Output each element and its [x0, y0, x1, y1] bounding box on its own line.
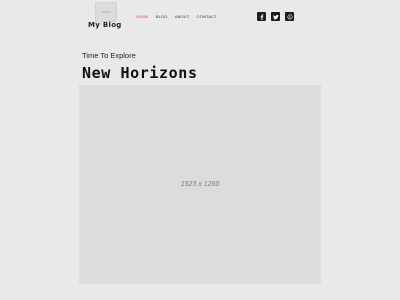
hero-image-placeholder-text: 1523 x 1260	[180, 181, 220, 188]
page: 50x50 My Blog HOME BLOG ABOUT CONTACT Ti…	[0, 0, 400, 300]
twitter-icon[interactable]	[271, 12, 280, 21]
logo-placeholder-text: 50x50	[101, 10, 111, 14]
nav-blog[interactable]: BLOG	[156, 14, 168, 19]
site-title[interactable]: My Blog	[88, 21, 122, 29]
logo[interactable]: 50x50	[95, 2, 117, 22]
hero-image: 1523 x 1260	[79, 85, 321, 284]
nav-about[interactable]: ABOUT	[175, 14, 190, 19]
nav-contact[interactable]: CONTACT	[197, 14, 217, 19]
main-nav: HOME BLOG ABOUT CONTACT	[136, 14, 217, 19]
nav-home[interactable]: HOME	[136, 14, 149, 19]
facebook-icon[interactable]	[257, 12, 266, 21]
whatsapp-icon[interactable]	[285, 12, 294, 21]
hero-title: New Horizons	[82, 64, 198, 82]
hero-subtitle: Time To Explore	[82, 51, 136, 60]
social-links	[257, 12, 294, 21]
